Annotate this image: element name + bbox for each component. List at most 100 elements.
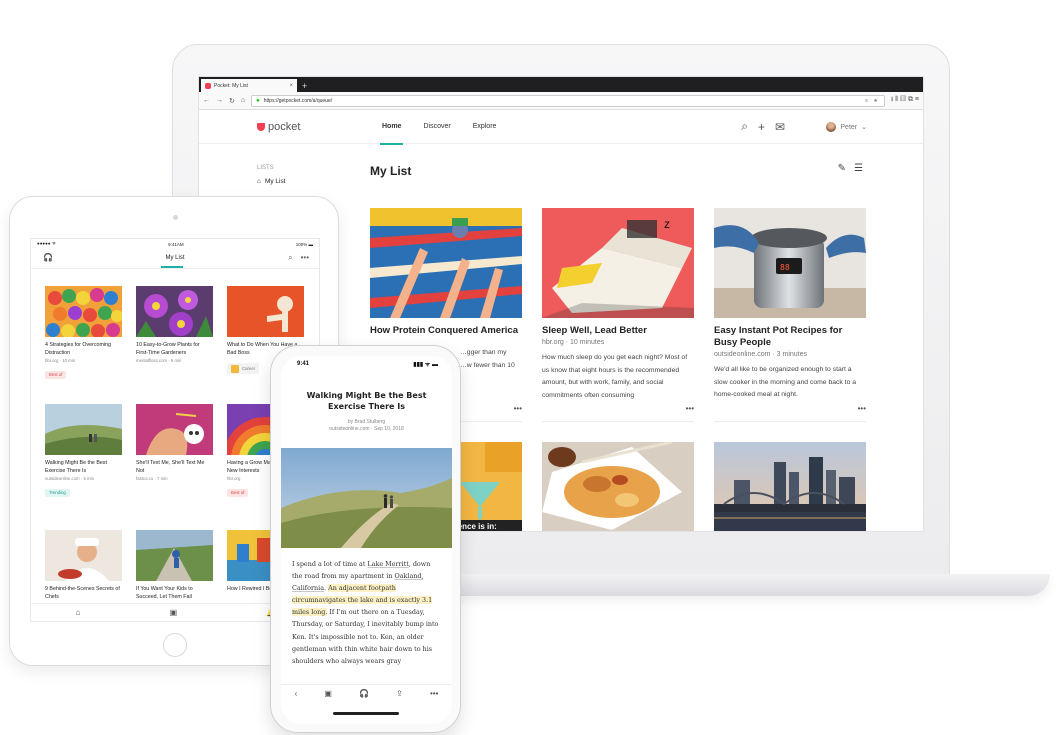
tag-badge[interactable]: Trending: [45, 488, 70, 497]
browser-tab[interactable]: Pocket: My List ×: [201, 79, 297, 92]
article-title[interactable]: Easy Instant Pot Recipes for Busy People: [714, 325, 866, 349]
tablet-title: My List: [31, 255, 319, 268]
list-item[interactable]: z Sleep Well, Lead Better hbr.org · 10 m…: [542, 208, 694, 413]
article-thumbnail: [370, 208, 522, 318]
article-thumbnail: [136, 404, 213, 455]
battery-icon: 100% ▬: [295, 241, 313, 247]
bookmark-star-icon[interactable]: ≡ ★: [865, 98, 880, 104]
edit-icon[interactable]: ✎: [838, 163, 846, 174]
more-icon[interactable]: •••: [514, 404, 522, 413]
article-thumbnail: [136, 286, 213, 337]
search-icon[interactable]: ⌕: [288, 253, 292, 263]
home-icon[interactable]: ⌂: [241, 97, 245, 104]
list-item[interactable]: 4 Strategies for Overcoming Distraction …: [45, 286, 122, 381]
tag-badge[interactable]: Best of: [45, 370, 67, 379]
battery-icon: ▮▮▮ ᯤ ▬: [413, 362, 438, 368]
back-icon[interactable]: ←: [203, 97, 210, 104]
browser-toolbar: ← → ↻ ⌂ ● https://getpocket.com/a/queue/…: [199, 92, 923, 110]
pocket-header: pocket Home Discover Explore ⌕ + ✉ Peter…: [199, 110, 923, 145]
new-tab-icon[interactable]: +: [297, 80, 307, 92]
tag-badge[interactable]: Best of: [227, 488, 249, 497]
more-icon[interactable]: •••: [858, 404, 866, 413]
article-source: hbr.org · 10 minutes: [542, 339, 605, 346]
phone-status-bar: 9:41 ▮▮▮ ᯤ ▬: [281, 356, 452, 372]
user-name: Peter: [840, 123, 858, 131]
divider: [714, 421, 866, 422]
sidebar-item-label: My List: [264, 178, 286, 185]
lock-icon: ●: [256, 97, 260, 104]
status-time: 9:41AM: [168, 241, 184, 247]
tablet-camera: [173, 215, 178, 220]
lists-label: LISTS: [257, 165, 274, 171]
archive-icon[interactable]: ▣: [324, 689, 332, 698]
phone-frame: 9:41 ▮▮▮ ᯤ ▬ Walking Might Be the Best E…: [270, 345, 461, 733]
pocket-logo[interactable]: pocket: [257, 121, 300, 133]
article-excerpt: We'd all like to be organized enough to …: [714, 366, 857, 398]
user-menu[interactable]: Peter ⌄: [826, 122, 867, 132]
tag-badge[interactable]: Career: [227, 363, 260, 375]
list-item[interactable]: If You Want Your Kids to Succeed, Let Th…: [136, 530, 213, 601]
list-item[interactable]: 9 Behind-the-Scenes Secrets of Chefs: [45, 530, 122, 601]
more-icon[interactable]: •••: [686, 404, 694, 413]
article-title: 10 Easy-to-Grow Plants for First-Time Ga…: [136, 342, 200, 356]
article-title[interactable]: How Protein Conquered America: [370, 325, 522, 337]
nav-home[interactable]: Home: [379, 123, 404, 145]
tablet-home-button[interactable]: [163, 633, 187, 657]
avatar: [826, 122, 837, 132]
list-view-icon[interactable]: ☰: [854, 163, 863, 174]
article-link[interactable]: Lake Merritt: [367, 560, 408, 568]
article-source: fastco.co · 7 min: [136, 476, 168, 481]
article-title: If You Want Your Kids to Succeed, Let Th…: [136, 586, 193, 600]
more-icon[interactable]: •••: [301, 253, 309, 263]
article-hero-image: [281, 448, 452, 548]
address-bar[interactable]: ● https://getpocket.com/a/queue/ ≡ ★: [251, 94, 885, 107]
article-excerpt: How much sleep do you get each night? Mo…: [542, 354, 688, 399]
article-thumbnail[interactable]: [714, 442, 866, 531]
list-item[interactable]: Walking Might Be the Best Exercise There…: [45, 404, 122, 499]
list-view-tools: ✎ ☰: [838, 163, 863, 174]
phone-article-toolbar: ‹ ▣ 🎧 ⇪ •••: [281, 684, 452, 702]
browser-toolbar-icons[interactable]: ⭳ ⫴ ▥ ⧉ ≡: [891, 95, 919, 106]
forward-icon[interactable]: →: [216, 97, 223, 104]
browser-tab-title: Pocket: My List: [214, 82, 248, 89]
list-item[interactable]: 88 Easy Instant Pot Recipes for Busy Peo…: [714, 208, 866, 413]
chevron-down-icon: ⌄: [861, 124, 867, 131]
home-icon[interactable]: ⌂: [76, 608, 81, 617]
article-source: mentalfloss.com · 6 min: [136, 358, 182, 363]
home-icon: ⌂: [257, 178, 261, 185]
article-thumbnail: [227, 286, 304, 337]
home-indicator[interactable]: [333, 712, 399, 715]
list-item[interactable]: She'll Text Me, She'll Text Me Not fastc…: [136, 404, 213, 481]
nav-discover[interactable]: Discover: [423, 123, 450, 130]
article-thumbnail: [136, 530, 213, 581]
article-title: She'll Text Me, She'll Text Me Not: [136, 460, 205, 474]
status-time: 9:41: [297, 361, 310, 367]
article-title[interactable]: Sleep Well, Lead Better: [542, 325, 694, 337]
phone-screen: 9:41 ▮▮▮ ᯤ ▬ Walking Might Be the Best E…: [281, 356, 452, 724]
list-item[interactable]: 10 Easy-to-Grow Plants for First-Time Ga…: [136, 286, 213, 363]
tablet-header-tools: ⌕ •••: [288, 253, 309, 263]
reload-icon[interactable]: ↻: [229, 97, 235, 105]
sidebar-item-my-list[interactable]: ⌂ My List: [257, 178, 286, 185]
article-source: outsideonline.com · 3 minutes: [714, 351, 807, 358]
search-icon[interactable]: ⌕: [741, 119, 748, 134]
more-icon[interactable]: •••: [430, 689, 438, 698]
archive-icon[interactable]: ▣: [170, 608, 178, 617]
headphones-icon[interactable]: 🎧: [359, 689, 369, 698]
nav-explore[interactable]: Explore: [473, 123, 497, 130]
article-body: I spend a lot of time at Lake Merritt, d…: [292, 560, 439, 665]
add-icon[interactable]: +: [758, 120, 765, 134]
pocket-favicon-icon: [205, 82, 211, 89]
article-thumbnail: [45, 530, 122, 581]
mail-icon[interactable]: ✉: [775, 120, 785, 134]
tablet-header: 🎧 My List ⌕ •••: [31, 249, 319, 269]
article-thumbnail: [45, 404, 122, 455]
article-thumbnail: 88: [714, 208, 866, 318]
close-tab-icon[interactable]: ×: [289, 83, 293, 89]
back-icon[interactable]: ‹: [295, 689, 298, 698]
article-thumbnail[interactable]: [542, 442, 694, 531]
article-thumbnail: z: [542, 208, 694, 318]
lists-sidebar: LISTS ⌂ My List: [257, 165, 286, 185]
share-icon[interactable]: ⇪: [396, 689, 403, 698]
article-source: outsideonline.com · Sep 10, 2018: [329, 426, 404, 432]
